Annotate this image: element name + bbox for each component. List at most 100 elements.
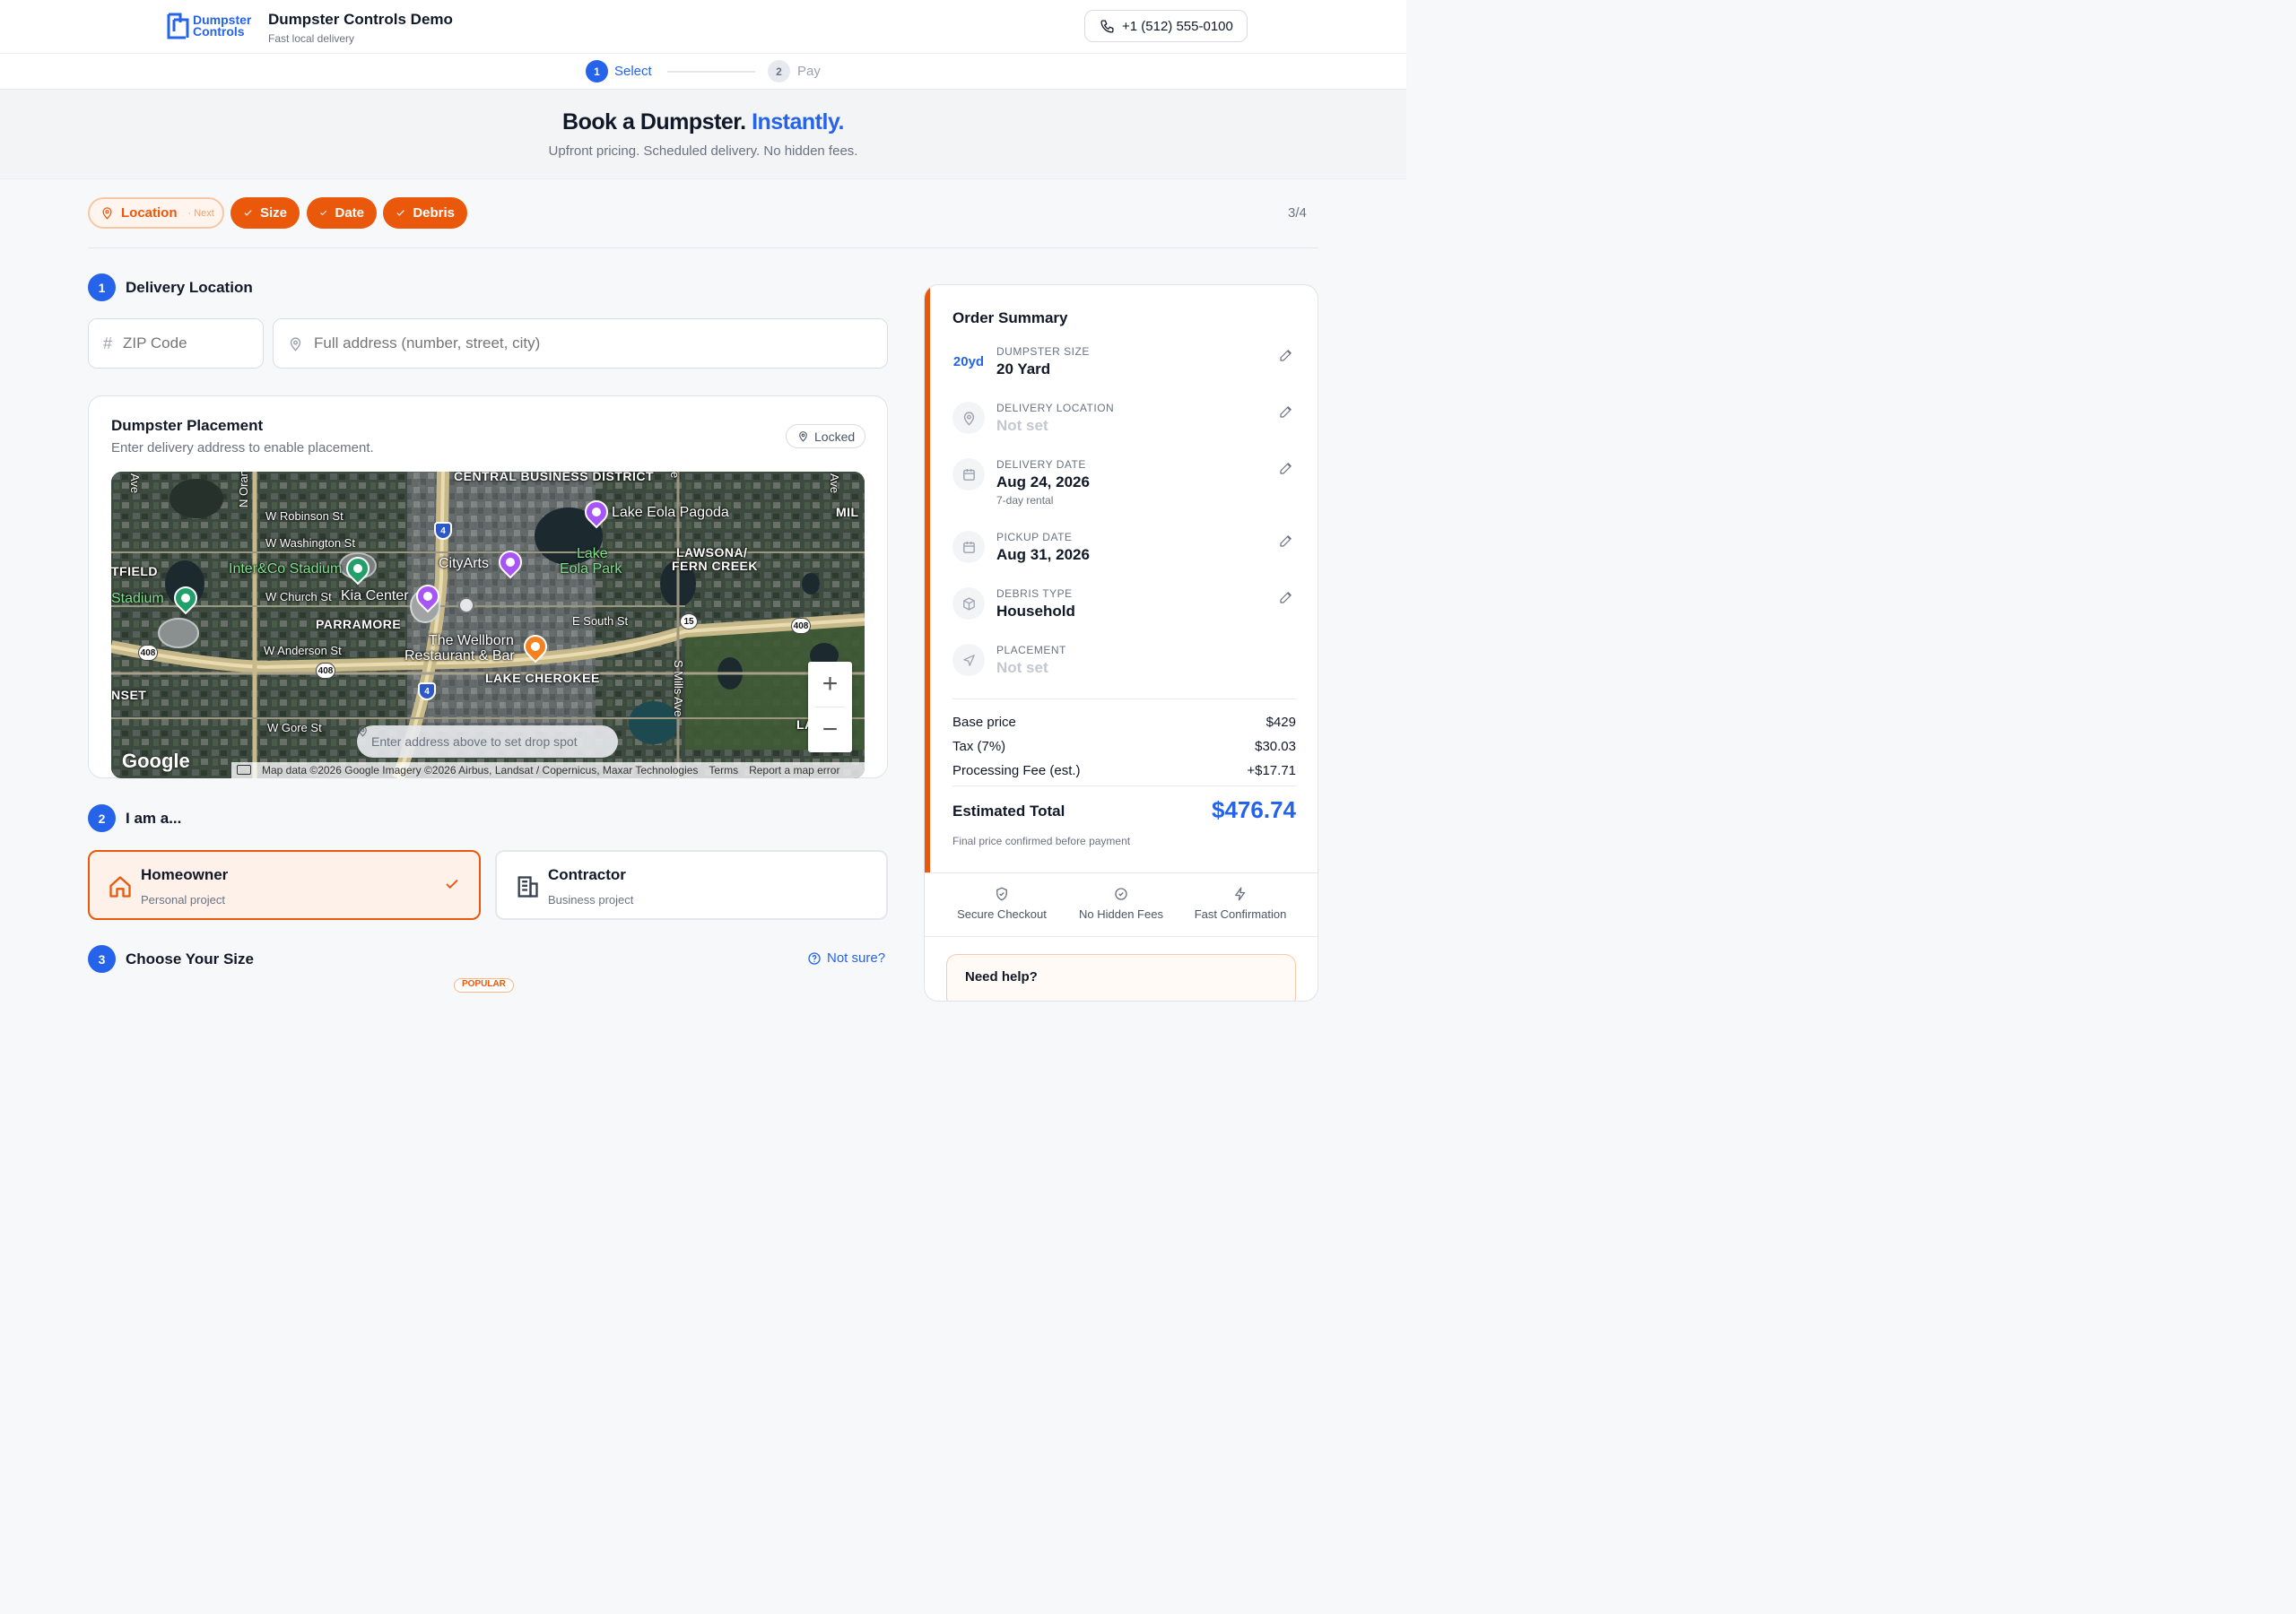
- map-label-orange: N Orange Blos: [237, 472, 250, 508]
- role-contractor-option[interactable]: Contractor Business project: [495, 850, 888, 920]
- address-input[interactable]: [314, 334, 852, 352]
- not-sure-link[interactable]: Not sure?: [807, 950, 885, 966]
- chip-size[interactable]: Size: [230, 197, 300, 229]
- phone-number: +1 (512) 555-0100: [1122, 18, 1233, 34]
- badge-check-icon: [1115, 888, 1127, 900]
- chip-date[interactable]: Date: [307, 197, 377, 229]
- map-label-mills: S Mills Ave: [672, 660, 685, 717]
- hero-title-main: Book a Dumpster.: [562, 109, 746, 134]
- route-408-shield: 408: [791, 618, 811, 634]
- logo-mark-icon: [167, 13, 189, 39]
- chip-debris[interactable]: Debris: [383, 197, 467, 229]
- check-icon: [396, 210, 404, 216]
- price-value: +$17.71: [1247, 763, 1296, 778]
- poi-wellborn-2[interactable]: Restaurant & Bar: [404, 648, 515, 664]
- estimated-total-value: $476.74: [1212, 796, 1296, 823]
- logo-line-2: Controls: [193, 24, 245, 39]
- summary-value: Not set: [996, 659, 1048, 676]
- building-icon: [517, 876, 538, 898]
- poi-cityarts[interactable]: CityArts: [439, 556, 489, 572]
- chip-location-next: · Next: [187, 207, 214, 219]
- address-field[interactable]: [273, 318, 888, 369]
- map-pin-icon: [359, 726, 367, 737]
- summary-value: Aug 31, 2026: [996, 546, 1090, 563]
- interstate-4-shield: 4: [418, 682, 436, 700]
- map-label-cbd: CENTRAL BUSINESS DISTRICT: [454, 472, 655, 483]
- summary-row-delivery-date: DELIVERY DATE Aug 24, 2026 7-day rental: [952, 458, 1298, 512]
- final-price-note: Final price confirmed before payment: [952, 835, 1131, 847]
- summary-accent-bar: [925, 285, 930, 872]
- order-summary-title: Order Summary: [952, 309, 1068, 326]
- poi-stadium-1[interactable]: Inter&Co Stadium: [229, 561, 342, 577]
- hero-banner: Book a Dumpster. Instantly. Upfront pric…: [0, 90, 1406, 179]
- home-icon: [109, 876, 131, 898]
- summary-row-debris: DEBRIS TYPE Household: [952, 587, 1298, 632]
- poi-lake-eola-pagoda[interactable]: Lake Eola Pagoda: [612, 505, 729, 521]
- google-logo[interactable]: Google: [122, 750, 190, 773]
- role-homeowner-title: Homeowner: [141, 866, 229, 883]
- map-attribution: Map data ©2026 Google Imagery ©2026 Airb…: [231, 762, 865, 778]
- not-sure-label: Not sure?: [827, 950, 886, 966]
- hash-icon: #: [103, 334, 113, 352]
- step-2-number: 2: [768, 60, 790, 82]
- edit-debris-icon[interactable]: [1278, 589, 1294, 605]
- terms-link[interactable]: Terms: [709, 764, 738, 777]
- edit-size-icon[interactable]: [1278, 347, 1294, 363]
- step-1-label[interactable]: Select: [614, 64, 652, 79]
- map-label-church: W Church St: [265, 590, 332, 603]
- map-zoom-controls: + −: [808, 662, 852, 752]
- poi-lake-eola-park-1[interactable]: Lake: [577, 546, 608, 562]
- keyboard-icon[interactable]: [237, 765, 251, 775]
- map-label-ave-3: e: [668, 472, 682, 479]
- poi-kia-center[interactable]: Kia Center: [341, 588, 409, 604]
- top-bar: Dumpster Controls Dumpster Controls Demo…: [0, 0, 1406, 54]
- shield-icon: [996, 887, 1007, 901]
- zip-input[interactable]: [123, 334, 240, 352]
- map-label-anderson: W Anderson St: [264, 644, 342, 657]
- need-help-card[interactable]: Need help?: [946, 954, 1296, 1001]
- map-pin-icon: [799, 431, 807, 442]
- map-label-lake-cherokee: LAKE CHEROKEE: [485, 671, 600, 685]
- report-error-link[interactable]: Report a map error: [749, 764, 839, 777]
- poi-stadium-2[interactable]: Stadium: [111, 591, 164, 607]
- section-1-title: Delivery Location: [126, 279, 253, 296]
- satellite-map[interactable]: CENTRAL BUSINESS DISTRICT W Robinson St …: [111, 472, 865, 778]
- drop-spot-hint-text: Enter address above to set drop spot: [371, 734, 578, 749]
- edit-location-icon[interactable]: [1278, 404, 1294, 420]
- phone-button[interactable]: +1 (512) 555-0100: [1084, 10, 1248, 42]
- step-1-number: 1: [586, 60, 608, 82]
- map-label-robinson: W Robinson St: [265, 509, 344, 523]
- brand-subtitle: Fast local delivery: [268, 32, 355, 45]
- poi-wellborn-1[interactable]: The Wellborn: [429, 633, 514, 649]
- step-2-label[interactable]: Pay: [797, 64, 821, 79]
- route-15-shield: 15: [680, 613, 698, 629]
- placement-title: Dumpster Placement: [111, 417, 264, 434]
- zoom-in-button[interactable]: +: [808, 662, 852, 707]
- price-row-fee: Processing Fee (est.) +$17.71: [952, 763, 1296, 778]
- price-label: Base price: [952, 715, 1016, 730]
- map-label-ave-2: Ave: [828, 473, 841, 494]
- poi-lake-eola-park-2[interactable]: Eola Park: [560, 561, 622, 577]
- edit-pickup-date-icon[interactable]: [1278, 533, 1294, 549]
- transit-icon[interactable]: [458, 597, 474, 613]
- summary-row-pickup-date: PICKUP DATE Aug 31, 2026: [952, 531, 1298, 576]
- brand-logo[interactable]: Dumpster Controls: [166, 12, 251, 40]
- zip-field[interactable]: #: [88, 318, 264, 369]
- placement-subtitle: Enter delivery address to enable placeme…: [111, 440, 374, 456]
- summary-divider: [952, 785, 1296, 786]
- map-label-lawsona: LAWSONA/: [676, 545, 748, 560]
- price-label: Processing Fee (est.): [952, 763, 1081, 778]
- section-1-number: 1: [88, 273, 116, 301]
- price-label: Tax (7%): [952, 739, 1006, 754]
- role-homeowner-option[interactable]: Homeowner Personal project: [88, 850, 481, 920]
- step-connector: [667, 71, 755, 73]
- divider: [88, 247, 1318, 248]
- edit-delivery-date-icon[interactable]: [1278, 460, 1294, 476]
- role-contractor-subtitle: Business project: [548, 893, 634, 907]
- section-2-number: 2: [88, 804, 116, 832]
- chip-location[interactable]: Location · Next: [88, 197, 224, 229]
- trust-badges: Secure Checkout No Hidden Fees Fast Conf…: [925, 872, 1318, 937]
- rental-note: 7-day rental: [996, 494, 1054, 507]
- zoom-out-button[interactable]: −: [808, 707, 852, 752]
- trust-fast-confirmation: Fast Confirmation: [1182, 886, 1299, 921]
